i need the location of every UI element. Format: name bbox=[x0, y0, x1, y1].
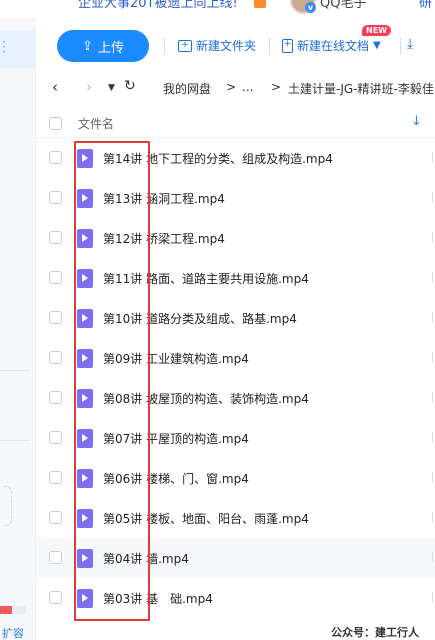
file-name[interactable]: 第10讲 道路分类及组成、路基.mp4 bbox=[103, 310, 297, 327]
file-row[interactable]: 第10讲 道路分类及组成、路基.mp4 bbox=[36, 298, 435, 338]
row-checkbox[interactable] bbox=[49, 271, 62, 284]
new-folder-label: 新建文件夹 bbox=[196, 39, 257, 53]
video-file-icon bbox=[77, 429, 93, 448]
file-list-header: 文件名 ↓ bbox=[36, 106, 435, 138]
top-banner: 企业大事20T被遗上同上线! v QQ毛子 研 bbox=[0, 0, 435, 18]
video-file-icon bbox=[77, 149, 93, 168]
new-online-doc-button[interactable]: + 新建在线文档 ▼ bbox=[282, 37, 381, 54]
file-row[interactable]: 第08讲 坡屋顶的构造、装饰构造.mp4 bbox=[36, 378, 435, 418]
sort-icon[interactable]: ↓ bbox=[411, 114, 422, 129]
video-file-icon bbox=[77, 549, 93, 568]
file-name[interactable]: 第06讲 楼梯、门、窗.mp4 bbox=[103, 470, 249, 487]
upload-icon: ⇪ bbox=[82, 38, 93, 53]
new-doc-icon: + bbox=[282, 38, 293, 53]
file-name[interactable]: 第14讲 地下工程的分类、组成及构造.mp4 bbox=[103, 150, 333, 167]
storage-quota-bar bbox=[0, 606, 26, 614]
username[interactable]: QQ毛子 bbox=[320, 0, 366, 11]
refresh-icon[interactable]: ↻ bbox=[124, 78, 136, 94]
row-checkbox[interactable] bbox=[49, 391, 62, 404]
row-checkbox[interactable] bbox=[49, 311, 62, 324]
column-header-name[interactable]: 文件名 bbox=[78, 115, 114, 132]
upload-label: 上传 bbox=[97, 39, 124, 55]
row-checkbox[interactable] bbox=[49, 231, 62, 244]
new-online-doc-label: 新建在线文档 bbox=[297, 39, 370, 53]
expand-storage-link[interactable]: 扩容 bbox=[2, 625, 24, 640]
video-file-icon bbox=[77, 189, 93, 208]
forward-icon[interactable]: › bbox=[86, 78, 92, 96]
row-checkbox[interactable] bbox=[49, 191, 62, 204]
new-folder-button[interactable]: + 新建文件夹 bbox=[178, 37, 256, 54]
file-name[interactable]: 第13讲 涵洞工程.mp4 bbox=[103, 190, 225, 207]
top-more-link[interactable]: 研 bbox=[419, 0, 432, 11]
select-all-checkbox[interactable] bbox=[49, 117, 62, 130]
promo-banner-text[interactable]: 企业大事20T被遗上同上线! bbox=[78, 0, 238, 11]
row-checkbox[interactable] bbox=[49, 551, 62, 564]
breadcrumb-ellipsis[interactable]: ... bbox=[242, 80, 253, 94]
chevron-down-icon: ▼ bbox=[373, 40, 381, 51]
file-row[interactable]: 第07讲 平屋顶的构造.mp4 bbox=[36, 418, 435, 458]
video-file-icon bbox=[77, 309, 93, 328]
video-file-icon bbox=[77, 229, 93, 248]
file-row[interactable]: 第09讲 工业建筑构造.mp4 bbox=[36, 338, 435, 378]
row-checkbox[interactable] bbox=[49, 351, 62, 364]
video-file-icon bbox=[77, 469, 93, 488]
file-row[interactable]: 第03讲 基 础.mp4 bbox=[36, 578, 435, 618]
toolbar: ⇪ 上传 + 新建文件夹 + 新建在线文档 ▼ NEW ⤓ bbox=[36, 18, 435, 74]
sidebar-divider bbox=[0, 440, 30, 441]
file-name[interactable]: 第12讲 桥梁工程.mp4 bbox=[103, 230, 225, 247]
breadcrumb: ‹ › ▼ ↻ 我的网盘 > ... > 土建计量-JG-精讲班-李毅佳 bbox=[36, 74, 435, 104]
gift-icon[interactable] bbox=[254, 0, 266, 8]
file-row[interactable]: 第13讲 涵洞工程.mp4 bbox=[36, 178, 435, 218]
file-row[interactable]: 第14讲 地下工程的分类、组成及构造.mp4 bbox=[36, 138, 435, 178]
sidebar-divider bbox=[0, 370, 30, 371]
sidebar-drop-area[interactable] bbox=[4, 486, 12, 526]
file-row[interactable]: 第12讲 桥梁工程.mp4 bbox=[36, 218, 435, 258]
file-name[interactable]: 第08讲 坡屋顶的构造、装饰构造.mp4 bbox=[103, 390, 309, 407]
toolbar-divider bbox=[400, 38, 401, 54]
video-file-icon bbox=[77, 509, 93, 528]
storage-quota-fill bbox=[0, 606, 12, 614]
watermark: 公众号：建工行人 bbox=[331, 626, 419, 639]
row-checkbox[interactable] bbox=[49, 151, 62, 164]
row-checkbox[interactable] bbox=[49, 511, 62, 524]
sidebar: · · · 扩容 bbox=[0, 18, 36, 640]
new-badge: NEW bbox=[362, 25, 391, 36]
verified-badge-icon: v bbox=[305, 2, 316, 13]
file-name[interactable]: 第03讲 基 础.mp4 bbox=[103, 590, 213, 607]
file-name[interactable]: 第09讲 工业建筑构造.mp4 bbox=[103, 350, 249, 367]
video-file-icon bbox=[77, 349, 93, 368]
breadcrumb-root[interactable]: 我的网盘 bbox=[163, 80, 211, 97]
breadcrumb-current: 土建计量-JG-精讲班-李毅佳 bbox=[288, 82, 434, 96]
file-row[interactable]: 第05讲 楼板、地面、阳台、雨蓬.mp4 bbox=[36, 498, 435, 538]
upload-button[interactable]: ⇪ 上传 bbox=[57, 30, 149, 62]
file-row[interactable]: 第06讲 楼梯、门、窗.mp4 bbox=[36, 458, 435, 498]
download-icon[interactable]: ⤓ bbox=[407, 36, 413, 52]
row-checkbox[interactable] bbox=[49, 471, 62, 484]
back-icon[interactable]: ‹ bbox=[52, 78, 58, 96]
file-name[interactable]: 第05讲 楼板、地面、阳台、雨蓬.mp4 bbox=[103, 510, 309, 527]
toolbar-divider bbox=[164, 38, 165, 54]
file-name[interactable]: 第04讲 墙.mp4 bbox=[103, 550, 189, 567]
toolbar-divider bbox=[269, 38, 270, 54]
file-row[interactable]: 第11讲 路面、道路主要共用设施.mp4 bbox=[36, 258, 435, 298]
video-file-icon bbox=[77, 589, 93, 608]
breadcrumb-separator: > bbox=[271, 80, 282, 94]
video-file-icon bbox=[77, 389, 93, 408]
file-name[interactable]: 第11讲 路面、道路主要共用设施.mp4 bbox=[103, 270, 309, 287]
video-file-icon bbox=[77, 269, 93, 288]
file-row[interactable]: 第04讲 墙.mp4 bbox=[36, 538, 435, 578]
more-dots-icon[interactable]: · · · bbox=[2, 36, 6, 58]
file-name[interactable]: 第07讲 平屋顶的构造.mp4 bbox=[103, 430, 249, 447]
new-folder-icon: + bbox=[178, 39, 192, 52]
row-checkbox[interactable] bbox=[49, 431, 62, 444]
row-checkbox[interactable] bbox=[49, 591, 62, 604]
history-dropdown-icon[interactable]: ▼ bbox=[108, 83, 115, 93]
breadcrumb-separator: > bbox=[226, 80, 237, 94]
